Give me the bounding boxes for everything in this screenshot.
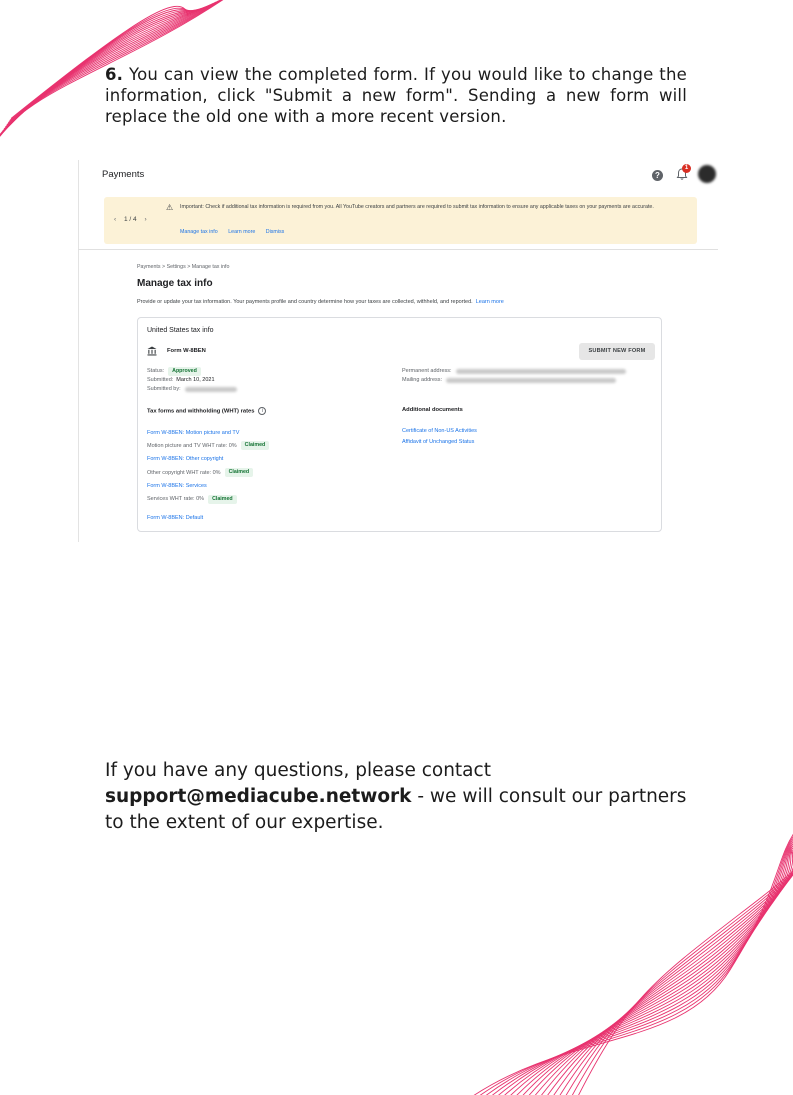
avatar[interactable] <box>698 165 716 183</box>
banner-message: Important: Check if additional tax infor… <box>180 204 654 210</box>
card-title: United States tax info <box>147 327 214 334</box>
form-name: Form W-8BEN <box>167 348 206 354</box>
payments-screenshot: Payments ? 1 ‹ 1 / 4 › ⚠ Important: Chec… <box>78 160 718 542</box>
submitted-by-label: Submitted by: <box>147 386 181 392</box>
app-title: Payments <box>102 169 145 180</box>
docs-list: Certificate of Non-US Activities Affidav… <box>402 426 477 447</box>
wht-rate: Other copyright WHT rate: 0% <box>147 469 221 476</box>
info-icon[interactable]: i <box>258 407 267 415</box>
instruction-text: You can view the completed form. If you … <box>105 65 687 126</box>
address-info: Permanent address: Mailing address: <box>402 367 626 385</box>
redacted-value <box>184 387 237 392</box>
mailing-address-label: Mailing address: <box>402 377 443 383</box>
dismiss-link[interactable]: Dismiss <box>266 229 285 235</box>
support-email[interactable]: support@mediacube.network <box>105 786 411 807</box>
learn-more-link[interactable]: Learn more <box>228 229 255 235</box>
manage-tax-info-link[interactable]: Manage tax info <box>180 229 218 235</box>
breadcrumb[interactable]: Payments > Settings > Manage tax info <box>137 264 229 270</box>
description-learn-more-link[interactable]: Learn more <box>476 299 504 305</box>
notification-badge: 1 <box>682 164 691 173</box>
step-number: 6. <box>105 65 124 84</box>
wht-heading-text: Tax forms and withholding (WHT) rates <box>147 408 255 415</box>
help-icon[interactable]: ? <box>652 170 663 181</box>
wht-form-link[interactable]: Form W-8BEN: Default <box>147 515 203 521</box>
banner-links: Manage tax info Learn more Dismiss <box>180 229 293 235</box>
tax-info-banner: ‹ 1 / 4 › ⚠ Important: Check if addition… <box>104 197 697 244</box>
document-link[interactable]: Affidavit of Unchanged Status <box>402 437 477 448</box>
redacted-value <box>455 369 626 374</box>
instruction-paragraph: 6. You can view the completed form. If y… <box>105 64 687 127</box>
pager-count: 1 / 4 <box>123 216 137 223</box>
claimed-badge: Claimed <box>240 441 270 451</box>
wave-decoration-bottom-right <box>473 833 793 1095</box>
claimed-badge: Claimed <box>224 468 254 478</box>
submit-new-form-button[interactable]: SUBMIT NEW FORM <box>579 343 655 360</box>
screenshot-edge <box>78 160 79 542</box>
prev-icon[interactable]: ‹ <box>114 216 116 223</box>
wht-list: Form W-8BEN: Motion picture and TV Motio… <box>147 426 270 525</box>
submitted-date: March 10, 2021 <box>176 377 215 383</box>
page-description: Provide or update your tax information. … <box>137 299 504 305</box>
description-text: Provide or update your tax information. … <box>137 299 473 305</box>
document-link[interactable]: Certificate of Non-US Activities <box>402 426 477 437</box>
bank-icon <box>147 346 157 356</box>
top-bar: Payments ? 1 <box>78 160 718 190</box>
divider <box>78 249 718 250</box>
status-badge: Approved <box>168 367 201 376</box>
wht-form-link[interactable]: Form W-8BEN: Motion picture and TV <box>147 430 239 436</box>
permanent-address-label: Permanent address: <box>402 368 452 374</box>
tax-info-card: United States tax info Form W-8BEN SUBMI… <box>137 317 662 532</box>
wht-form-link[interactable]: Form W-8BEN: Other copyright <box>147 456 223 462</box>
wht-rate: Motion picture and TV WHT rate: 0% <box>147 442 237 449</box>
submitted-label: Submitted: <box>147 377 174 383</box>
wht-form-link[interactable]: Form W-8BEN: Services <box>147 483 207 489</box>
docs-heading: Additional documents <box>402 407 463 413</box>
form-meta: Status: Approved Submitted: March 10, 2021… <box>147 367 237 394</box>
status-label: Status: <box>147 368 165 374</box>
page-title: Manage tax info <box>137 278 213 289</box>
next-icon[interactable]: › <box>144 216 146 223</box>
redacted-value <box>446 378 617 383</box>
contact-text: If you have any questions, please contac… <box>105 760 491 781</box>
claimed-badge: Claimed <box>208 494 237 504</box>
wht-heading: Tax forms and withholding (WHT) rates i <box>147 407 267 415</box>
wht-rate: Services WHT rate: 0% <box>147 496 205 503</box>
contact-paragraph: If you have any questions, please contac… <box>105 758 705 836</box>
banner-pager: ‹ 1 / 4 › <box>114 216 147 223</box>
warning-icon: ⚠ <box>166 203 174 212</box>
